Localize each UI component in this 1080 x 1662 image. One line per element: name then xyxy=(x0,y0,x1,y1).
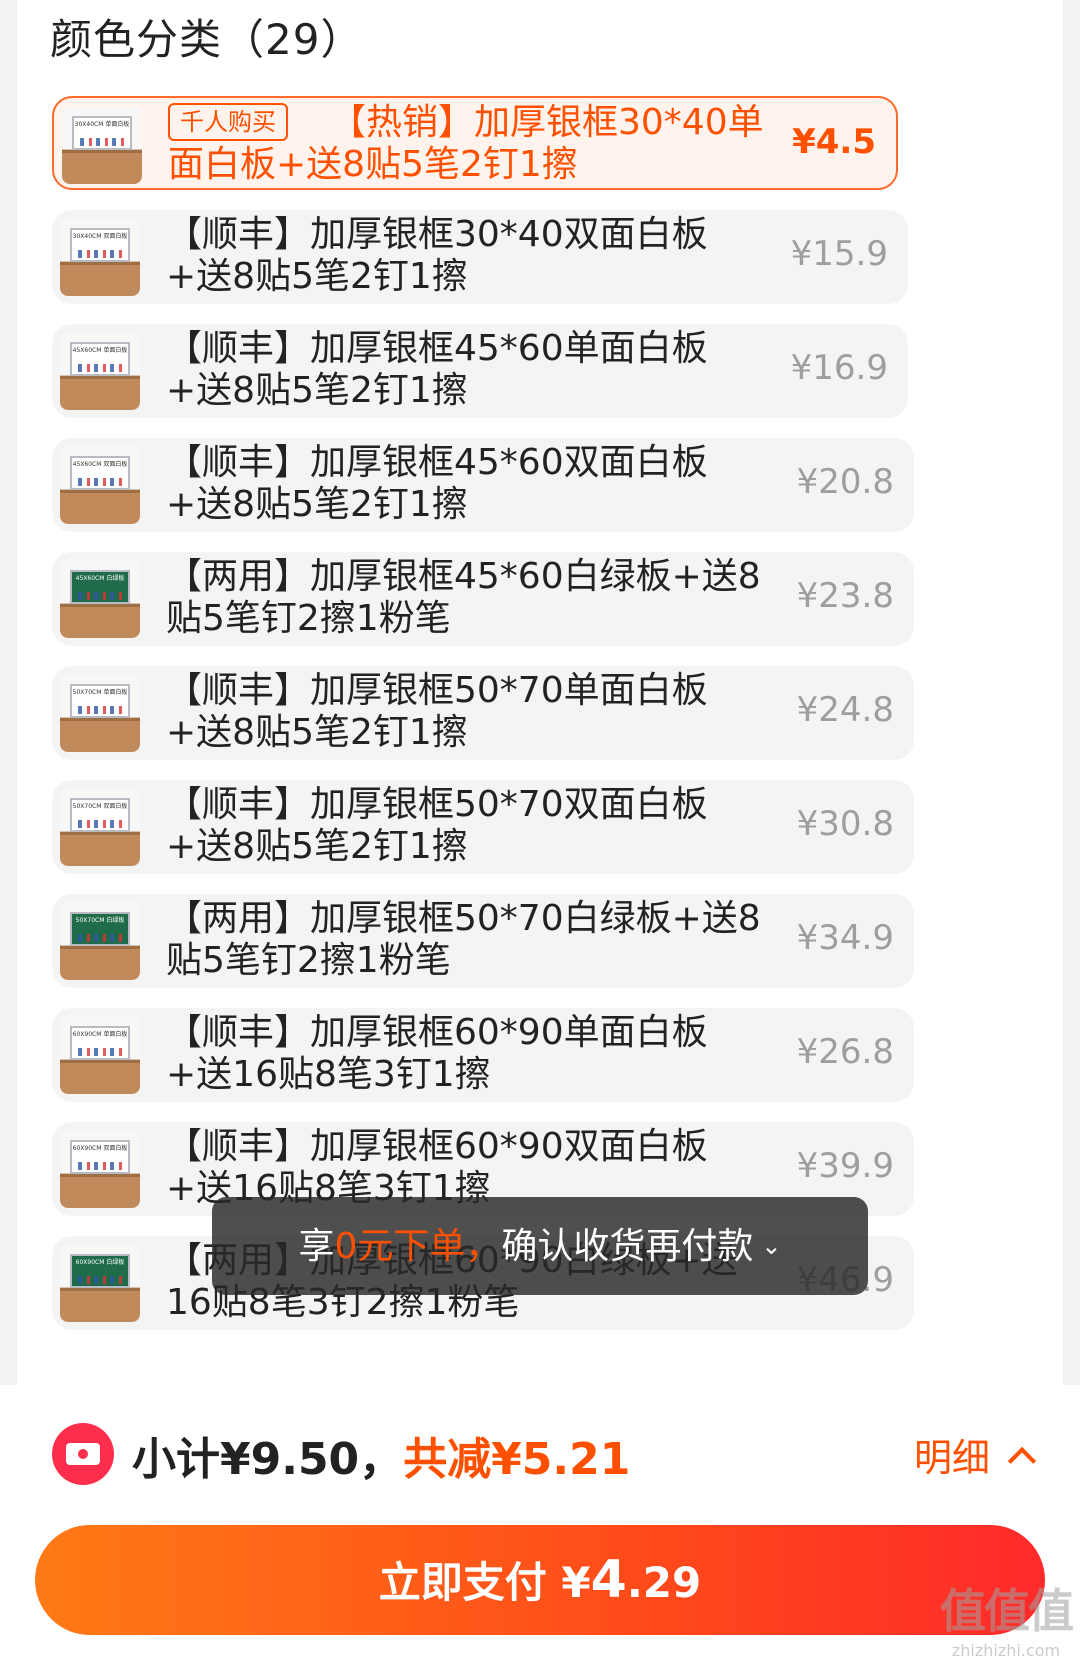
option-name-text: 【两用】加厚银框50*70白绿板+送8贴5笔钉2擦1粉笔 xyxy=(166,898,761,981)
option-name: 【顺丰】加厚银框30*40双面白板+送8贴5笔2钉1擦 xyxy=(166,214,766,298)
option-name: 【顺丰】加厚银框45*60双面白板+送8贴5笔2钉1擦 xyxy=(166,442,766,526)
pay-label: 立即支付 ¥ xyxy=(378,1558,591,1607)
option-name: 【两用】加厚银框50*70白绿板+送8贴5笔钉2擦1粉笔 xyxy=(166,898,766,982)
sku-option[interactable]: 50X70CM 双面白板 【顺丰】加厚银框50*70双面白板+送8贴5笔2钉1擦 ¥… xyxy=(52,780,914,874)
toast-suffix: 确认收货再付款 xyxy=(501,1226,754,1267)
thumbnail-magnets xyxy=(78,250,122,258)
option-name: 千人购买 【热销】加厚银框30*40单面白板+送8贴5笔2钉1擦 xyxy=(168,102,768,186)
option-price: ¥20.8 xyxy=(796,462,894,502)
option-name: 【顺丰】加厚银框60*90单面白板+送16贴8笔3钉1擦 xyxy=(166,1012,766,1096)
watermark-logo: 值值值 xyxy=(940,1584,1074,1638)
option-name-text: 【两用】加厚银框45*60白绿板+送8贴5笔钉2擦1粉笔 xyxy=(166,556,761,639)
pay-amount-int: 4 xyxy=(590,1550,627,1610)
option-thumbnail: 45X60CM 白绿板 xyxy=(60,560,140,638)
sku-option[interactable]: 50X70CM 单面白板 【顺丰】加厚银框50*70单面白板+送8贴5笔2钉1擦 ¥… xyxy=(52,666,914,760)
sku-option[interactable]: 45X60CM 单面白板 【顺丰】加厚银框45*60单面白板+送8贴5笔2钉1擦 ¥… xyxy=(52,324,908,418)
option-price: ¥39.9 xyxy=(796,1146,894,1186)
toast-prefix: 享 xyxy=(298,1226,335,1267)
watermark: 值值值 zhizhizhi.com xyxy=(940,1575,1074,1660)
option-name-text: 【顺丰】加厚银框30*40双面白板+送8贴5笔2钉1擦 xyxy=(166,214,708,297)
subtotal: 小计¥9.50，共减¥5.21 xyxy=(132,1423,630,1487)
sku-option[interactable]: 60X90CM 单面白板 【顺丰】加厚银框60*90单面白板+送16贴8笔3钉1擦… xyxy=(52,1008,914,1102)
option-name: 【顺丰】加厚银框50*70单面白板+送8贴5笔2钉1擦 xyxy=(166,670,766,754)
chevron-down-double-icon: ⌄ xyxy=(761,1232,782,1260)
option-name: 【两用】加厚银框45*60白绿板+送8贴5笔钉2擦1粉笔 xyxy=(166,556,766,640)
watermark-url: zhizhizhi.com xyxy=(951,1641,1061,1660)
thumbnail-floor xyxy=(60,717,140,721)
thumbnail-magnets xyxy=(78,592,122,600)
thumbnail-floor xyxy=(60,261,140,265)
option-name-text: 【顺丰】加厚银框45*60双面白板+送8贴5笔2钉1擦 xyxy=(166,442,708,525)
option-thumbnail: 50X70CM 单面白板 xyxy=(60,674,140,752)
popularity-badge: 千人购买 xyxy=(168,103,288,141)
sku-option[interactable]: 45X60CM 双面白板 【顺丰】加厚银框45*60双面白板+送8贴5笔2钉1擦 ¥… xyxy=(52,438,914,532)
option-price: ¥26.8 xyxy=(796,1032,894,1072)
bottom-bar: 小计¥9.50，共减¥5.21 明细 立即支付 ¥4.29 xyxy=(0,1385,1080,1662)
toast: 享0元下单，确认收货再付款 ⌄ xyxy=(212,1197,868,1295)
option-name: 【顺丰】加厚银框45*60单面白板+送8贴5笔2钉1擦 xyxy=(166,328,766,412)
option-price: ¥24.8 xyxy=(796,690,894,730)
coupon-icon xyxy=(52,1423,114,1485)
option-name-text: 【顺丰】加厚银框60*90单面白板+送16贴8笔3钉1擦 xyxy=(166,1012,708,1095)
option-thumbnail: 50X70CM 白绿板 xyxy=(60,902,140,980)
thumbnail-floor xyxy=(60,831,140,835)
sku-panel: 颜色分类（29） 30X40CM 单面白板 千人购买 【热销】加厚银框30*40单面… xyxy=(17,0,1063,1385)
option-thumbnail: 30X40CM 单面白板 xyxy=(62,106,142,184)
option-name-text: 【顺丰】加厚银框45*60单面白板+送8贴5笔2钉1擦 xyxy=(166,328,708,411)
pay-amount-dec: .29 xyxy=(626,1558,702,1607)
option-thumbnail: 30X40CM 双面白板 xyxy=(60,218,140,296)
option-price: ¥15.9 xyxy=(790,234,888,274)
thumbnail-floor xyxy=(60,489,140,493)
thumbnail-magnets xyxy=(78,1276,122,1284)
option-name: 【顺丰】加厚银框50*70双面白板+送8贴5笔2钉1擦 xyxy=(166,784,766,868)
chevron-up-icon xyxy=(1007,1446,1037,1476)
option-price: ¥4.5 xyxy=(792,122,876,162)
option-name-text: 【顺丰】加厚银框50*70单面白板+送8贴5笔2钉1擦 xyxy=(166,670,708,753)
thumbnail-magnets xyxy=(78,706,122,714)
thumbnail-floor xyxy=(62,149,142,153)
option-thumbnail: 45X60CM 单面白板 xyxy=(60,332,140,410)
thumbnail-floor xyxy=(60,1287,140,1291)
option-price: ¥23.8 xyxy=(796,576,894,616)
sku-option[interactable]: 30X40CM 单面白板 千人购买 【热销】加厚银框30*40单面白板+送8贴5笔2… xyxy=(52,96,898,190)
option-thumbnail: 45X60CM 双面白板 xyxy=(60,446,140,524)
option-price: ¥30.8 xyxy=(796,804,894,844)
thumbnail-magnets xyxy=(78,478,122,486)
thumbnail-floor xyxy=(60,603,140,607)
detail-label: 明细 xyxy=(913,1436,990,1480)
option-name-text: 【顺丰】加厚银框50*70双面白板+送8贴5笔2钉1擦 xyxy=(166,784,708,867)
thumbnail-magnets xyxy=(80,138,124,146)
option-thumbnail: 60X90CM 双面白板 xyxy=(60,1130,140,1208)
thumbnail-floor xyxy=(60,375,140,379)
thumbnail-floor xyxy=(60,945,140,949)
option-thumbnail: 60X90CM 白绿板 xyxy=(60,1244,140,1322)
thumbnail-floor xyxy=(60,1059,140,1063)
thumbnail-floor xyxy=(60,1173,140,1177)
sku-option[interactable]: 45X60CM 白绿板 【两用】加厚银框45*60白绿板+送8贴5笔钉2擦1粉笔 ¥… xyxy=(52,552,914,646)
discount-text: 共减¥5.21 xyxy=(403,1434,631,1485)
option-price: ¥34.9 xyxy=(796,918,894,958)
sku-option[interactable]: 30X40CM 双面白板 【顺丰】加厚银框30*40双面白板+送8贴5笔2钉1擦 ¥… xyxy=(52,210,908,304)
option-price: ¥16.9 xyxy=(790,348,888,388)
option-list: 30X40CM 单面白板 千人购买 【热销】加厚银框30*40单面白板+送8贴5笔2… xyxy=(17,0,1063,1385)
thumbnail-magnets xyxy=(78,934,122,942)
subtotal-text: 小计¥9.50， xyxy=(132,1434,404,1485)
sku-option[interactable]: 50X70CM 白绿板 【两用】加厚银框50*70白绿板+送8贴5笔钉2擦1粉笔 ¥… xyxy=(52,894,914,988)
option-thumbnail: 60X90CM 单面白板 xyxy=(60,1016,140,1094)
pay-now-button[interactable]: 立即支付 ¥4.29 xyxy=(35,1525,1045,1635)
thumbnail-magnets xyxy=(78,820,122,828)
toast-highlight: 0元下单， xyxy=(334,1226,502,1267)
detail-button[interactable]: 明细 xyxy=(913,1427,1037,1482)
thumbnail-magnets xyxy=(78,1048,122,1056)
thumbnail-magnets xyxy=(78,1162,122,1170)
option-thumbnail: 50X70CM 双面白板 xyxy=(60,788,140,866)
thumbnail-magnets xyxy=(78,364,122,372)
